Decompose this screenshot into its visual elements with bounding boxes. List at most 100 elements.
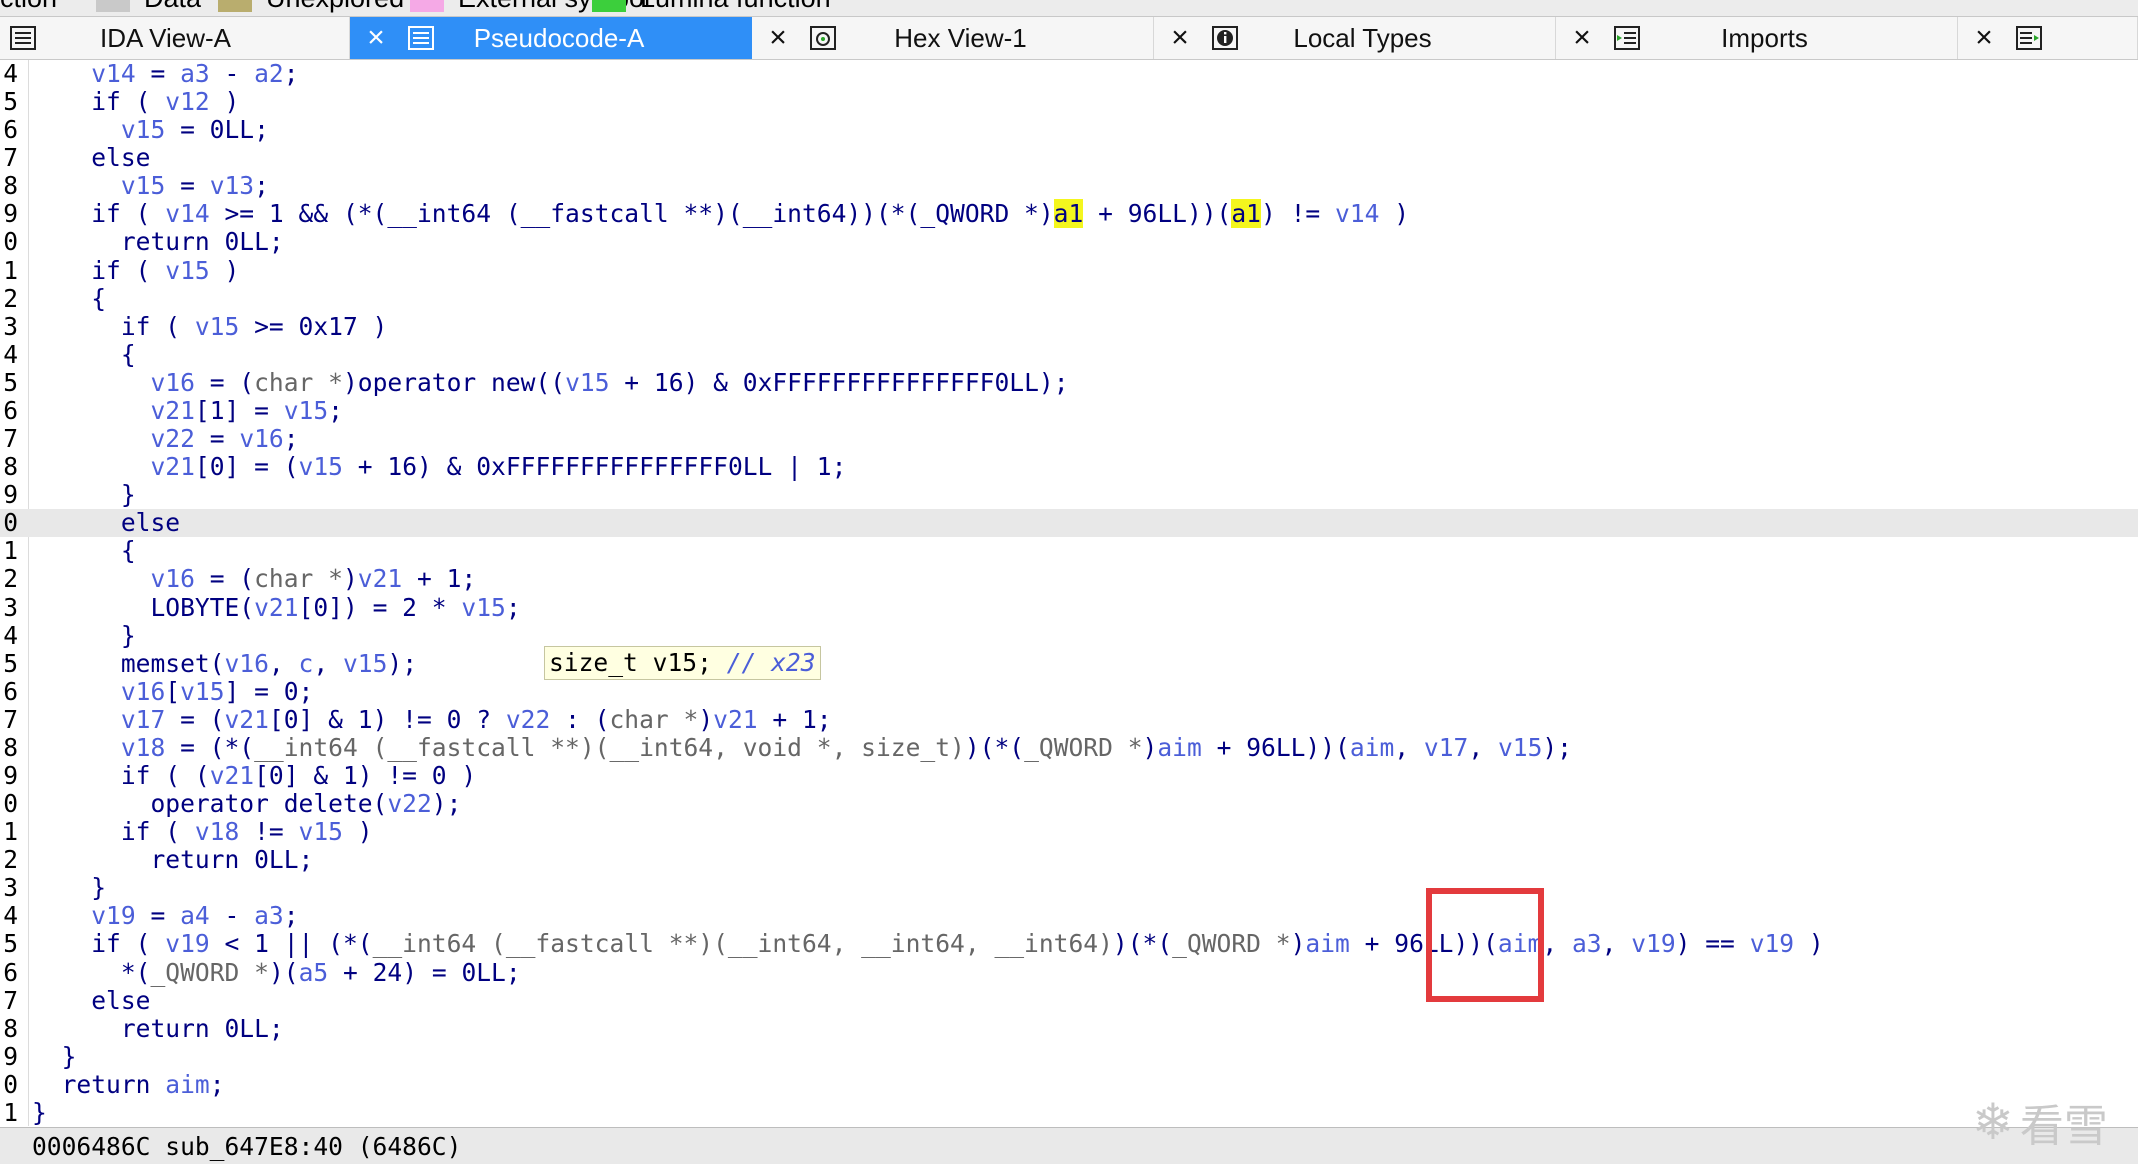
code-identifier[interactable]: v15	[299, 452, 343, 481]
code-identifier[interactable]: v19	[1631, 929, 1675, 958]
code-line[interactable]: 8 v18 = (*(__int64 (__fastcall **)(__int…	[0, 733, 2138, 762]
code-identifier[interactable]: aim	[1305, 929, 1349, 958]
code-text[interactable]: v22 = v16;	[32, 424, 298, 453]
code-line[interactable]: 0 return 0LL;	[0, 228, 2138, 256]
tab-local-types[interactable]: × Local Types	[1154, 17, 1556, 59]
code-line-current[interactable]: 0 else	[0, 509, 2138, 538]
code-line[interactable]: 3 }	[0, 874, 2138, 902]
code-identifier[interactable]: a3	[1572, 929, 1602, 958]
code-line[interactable]: 8 v21[0] = (v15 + 16) & 0xFFFFFFFFFFFFFF…	[0, 453, 2138, 481]
code-identifier[interactable]: v18	[195, 817, 239, 846]
close-icon[interactable]: ×	[752, 17, 804, 59]
code-text[interactable]: v21[1] = v15;	[32, 396, 343, 425]
code-text[interactable]: v16 = (char *)v21 + 1;	[32, 565, 476, 593]
code-line[interactable]: 3 if ( v15 >= 0x17 )	[0, 312, 2138, 341]
code-text[interactable]: return aim;	[32, 1070, 225, 1099]
code-line[interactable]: 4 v14 = a3 - a2;	[0, 60, 2138, 88]
code-identifier[interactable]: v15	[284, 396, 328, 425]
code-text[interactable]: if ( v15 >= 0x17 )	[32, 312, 388, 341]
code-text[interactable]: v15 = 0LL;	[32, 116, 269, 144]
code-identifier[interactable]: v15	[121, 115, 165, 144]
code-text[interactable]: }	[32, 874, 106, 902]
code-identifier[interactable]: v15	[180, 677, 224, 706]
code-text[interactable]: return 0LL;	[32, 846, 313, 874]
code-text[interactable]: v16 = (char *)operator new((v15 + 16) & …	[32, 368, 1068, 397]
code-text[interactable]: v21[0] = (v15 + 16) & 0xFFFFFFFFFFFFFFF0…	[32, 453, 846, 481]
code-line[interactable]: 7 else	[0, 986, 2138, 1015]
code-line[interactable]: 1}	[0, 1098, 2138, 1127]
code-identifier[interactable]: a2	[254, 59, 284, 88]
code-identifier[interactable]: v21	[150, 396, 194, 425]
code-line[interactable]: 4 {	[0, 340, 2138, 369]
code-text[interactable]: operator delete(v22);	[32, 790, 461, 818]
code-line[interactable]: 2 return 0LL;	[0, 846, 2138, 874]
code-identifier[interactable]: v16	[239, 424, 283, 453]
tab-exports[interactable]: ×	[1958, 17, 2138, 59]
pseudocode-view[interactable]: 4 v14 = a3 - a2; 5 if ( v12 ) 6 v15 = 0LL;…	[0, 60, 2138, 1126]
code-identifier[interactable]: v15	[1498, 733, 1542, 762]
code-text[interactable]: LOBYTE(v21[0]) = 2 * v15;	[32, 593, 520, 622]
code-line[interactable]: 5 if ( v19 < 1 || (*(__int64 (__fastcall…	[0, 930, 2138, 958]
code-text[interactable]: v18 = (*(__int64 (__fastcall **)(__int64…	[32, 733, 1572, 762]
close-icon[interactable]: ×	[1154, 17, 1206, 59]
code-line[interactable]: 9 }	[0, 1042, 2138, 1071]
code-identifier[interactable]: v21	[210, 761, 254, 790]
code-identifier[interactable]: v12	[165, 87, 209, 116]
code-identifier[interactable]: v15	[565, 368, 609, 397]
code-line[interactable]: 6 *(_QWORD *)(a5 + 24) = 0LL;	[0, 958, 2138, 987]
code-identifier[interactable]: v17	[1424, 733, 1468, 762]
tab-imports[interactable]: × Imports	[1556, 17, 1958, 59]
code-identifier[interactable]: v22	[387, 789, 431, 818]
code-text[interactable]: }	[32, 1098, 47, 1127]
code-identifier[interactable]: v19	[91, 901, 135, 930]
code-identifier[interactable]: v19	[1750, 929, 1794, 958]
code-line[interactable]: 1 {	[0, 537, 2138, 565]
code-text[interactable]: *(_QWORD *)(a5 + 24) = 0LL;	[32, 958, 521, 987]
code-line[interactable]: 2 v16 = (char *)v21 + 1;	[0, 565, 2138, 593]
code-identifier[interactable]: v19	[165, 929, 209, 958]
code-line[interactable]: 9 if ( (v21[0] & 1) != 0 )	[0, 762, 2138, 790]
code-identifier[interactable]: v15	[121, 171, 165, 200]
code-identifier[interactable]: a3	[180, 59, 210, 88]
code-text[interactable]: else	[32, 986, 150, 1015]
code-line[interactable]: 4 }	[0, 621, 2138, 650]
code-identifier[interactable]: v21	[225, 705, 269, 734]
highlighted-identifier[interactable]: a1	[1053, 199, 1084, 229]
code-identifier[interactable]: v21	[254, 593, 298, 622]
code-line[interactable]: 1 if ( v18 != v15 )	[0, 818, 2138, 846]
code-identifier[interactable]: v22	[506, 705, 550, 734]
code-identifier[interactable]: aim	[1350, 733, 1394, 762]
code-text[interactable]: else	[32, 509, 180, 537]
code-line[interactable]: 3 LOBYTE(v21[0]) = 2 * v15;	[0, 593, 2138, 622]
code-identifier[interactable]: v14	[1335, 199, 1379, 228]
code-line[interactable]: 5 if ( v12 )	[0, 88, 2138, 116]
code-text[interactable]: if ( v14 >= 1 && (*(__int64 (__fastcall …	[32, 199, 1409, 229]
code-line[interactable]: 1 if ( v15 )	[0, 256, 2138, 285]
code-line[interactable]: 2 {	[0, 284, 2138, 313]
close-icon[interactable]: ×	[350, 17, 402, 59]
code-identifier[interactable]: v21	[713, 705, 757, 734]
code-text[interactable]: if ( v12 )	[32, 88, 239, 116]
code-line[interactable]: 9 }	[0, 481, 2138, 509]
code-identifier[interactable]: v15	[195, 312, 239, 341]
code-line[interactable]: 0 return aim;	[0, 1070, 2138, 1099]
code-line[interactable]: 8 v15 = v13;	[0, 172, 2138, 200]
code-text[interactable]: memset(v16, c, v15);	[32, 649, 417, 678]
code-line[interactable]: 4 v19 = a4 - a3;	[0, 902, 2138, 930]
code-line[interactable]: 9 if ( v14 >= 1 && (*(__int64 (__fastcal…	[0, 199, 2138, 229]
code-identifier[interactable]: aim	[1157, 733, 1201, 762]
code-identifier[interactable]: a5	[299, 958, 329, 987]
code-identifier[interactable]: v21	[150, 452, 194, 481]
code-text[interactable]: if ( v19 < 1 || (*(__int64 (__fastcall *…	[32, 930, 1824, 958]
code-identifier[interactable]: v15	[165, 256, 209, 285]
highlighted-identifier[interactable]: a1	[1231, 199, 1261, 229]
code-identifier[interactable]: v15	[299, 817, 343, 846]
tab-hex-view-1[interactable]: × Hex View-1	[752, 17, 1154, 59]
code-identifier[interactable]: v16	[150, 368, 194, 397]
code-text[interactable]: {	[32, 284, 106, 313]
code-text[interactable]: return 0LL;	[32, 1014, 284, 1043]
tab-ida-view-a[interactable]: IDA View-A	[0, 17, 350, 59]
code-text[interactable]: }	[32, 621, 136, 650]
code-text[interactable]: v15 = v13;	[32, 172, 269, 200]
close-icon[interactable]: ×	[1556, 17, 1608, 59]
